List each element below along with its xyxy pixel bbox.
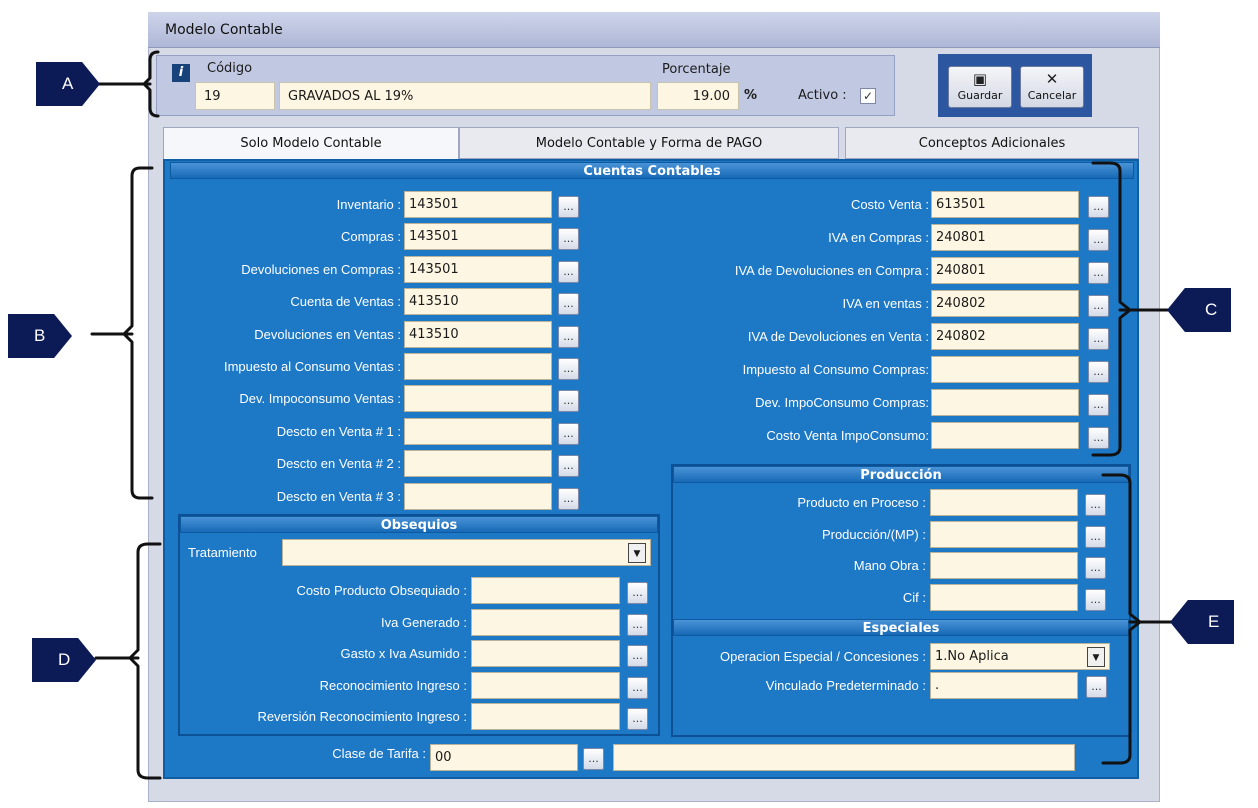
bracket-e xyxy=(1101,473,1142,765)
bracket-d xyxy=(128,542,162,780)
annotation-brackets xyxy=(90,50,1174,780)
